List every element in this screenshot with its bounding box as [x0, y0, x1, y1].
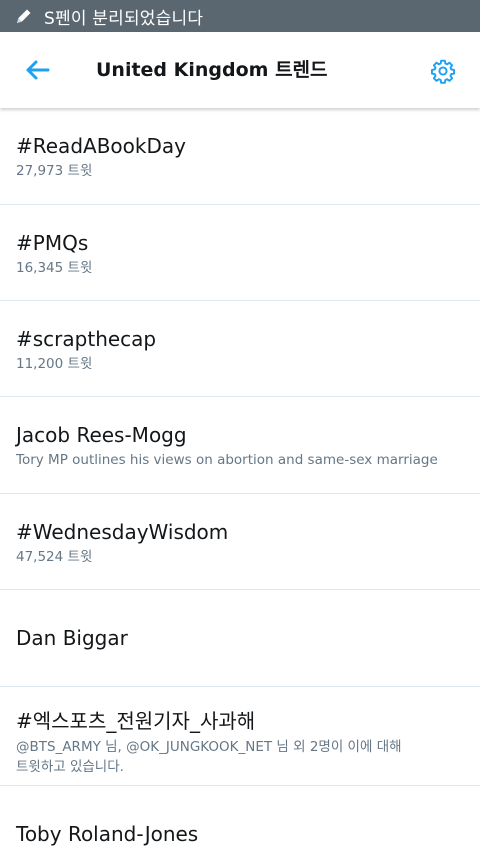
- status-bar: S펜이 분리되었습니다: [0, 0, 480, 32]
- trend-description: @BTS_ARMY 님, @OK_JUNGKOOK_NET 님 외 2명이 이에…: [16, 737, 464, 777]
- trend-name: Toby Roland-Jones: [16, 822, 199, 846]
- trend-list: #ReadABookDay 27,973 트윗 #PMQs 16,345 트윗 …: [0, 108, 480, 866]
- tweet-count: 16,345 트윗: [16, 260, 93, 276]
- trend-name: #엑스포츠_전원기자_사과해: [16, 709, 256, 733]
- tweet-count: 27,973 트윗: [16, 163, 93, 179]
- trend-item[interactable]: Dan Biggar: [0, 590, 480, 687]
- trend-item[interactable]: #PMQs 16,345 트윗: [0, 205, 480, 301]
- trend-name: #WednesdayWisdom: [16, 520, 229, 544]
- trend-item[interactable]: Jacob Rees-Mogg Tory MP outlines his vie…: [0, 397, 480, 494]
- status-text: S펜이 분리되었습니다: [44, 8, 204, 29]
- trend-description-line: 트윗하고 있습니다.: [16, 759, 124, 775]
- trend-name: #ReadABookDay: [16, 134, 186, 158]
- back-button[interactable]: [22, 56, 52, 84]
- trend-item[interactable]: #scrapthecap 11,200 트윗: [0, 301, 480, 397]
- trend-name: #PMQs: [16, 231, 89, 255]
- app-bar: United Kingdom 트렌드: [0, 32, 480, 108]
- trend-item[interactable]: #엑스포츠_전원기자_사과해 @BTS_ARMY 님, @OK_JUNGKOOK…: [0, 687, 480, 786]
- trend-item[interactable]: #ReadABookDay 27,973 트윗: [0, 108, 480, 205]
- trend-name: #scrapthecap: [16, 327, 157, 351]
- pen-icon: [14, 5, 36, 27]
- page-title: United Kingdom 트렌드: [96, 59, 328, 81]
- tweet-count: 47,524 트윗: [16, 549, 93, 565]
- trend-name: Jacob Rees-Mogg: [16, 423, 187, 447]
- trend-name: Dan Biggar: [16, 626, 128, 650]
- trend-description-line: @BTS_ARMY 님, @OK_JUNGKOOK_NET 님 외 2명이 이에…: [16, 739, 402, 755]
- settings-button[interactable]: [428, 56, 458, 86]
- tweet-count: 11,200 트윗: [16, 356, 93, 372]
- back-arrow-icon: [26, 60, 50, 80]
- trend-item[interactable]: #WednesdayWisdom 47,524 트윗: [0, 494, 480, 590]
- trend-item[interactable]: Toby Roland-Jones: [0, 786, 480, 866]
- trend-description: Tory MP outlines his views on abortion a…: [16, 452, 438, 468]
- gear-icon: [430, 59, 456, 84]
